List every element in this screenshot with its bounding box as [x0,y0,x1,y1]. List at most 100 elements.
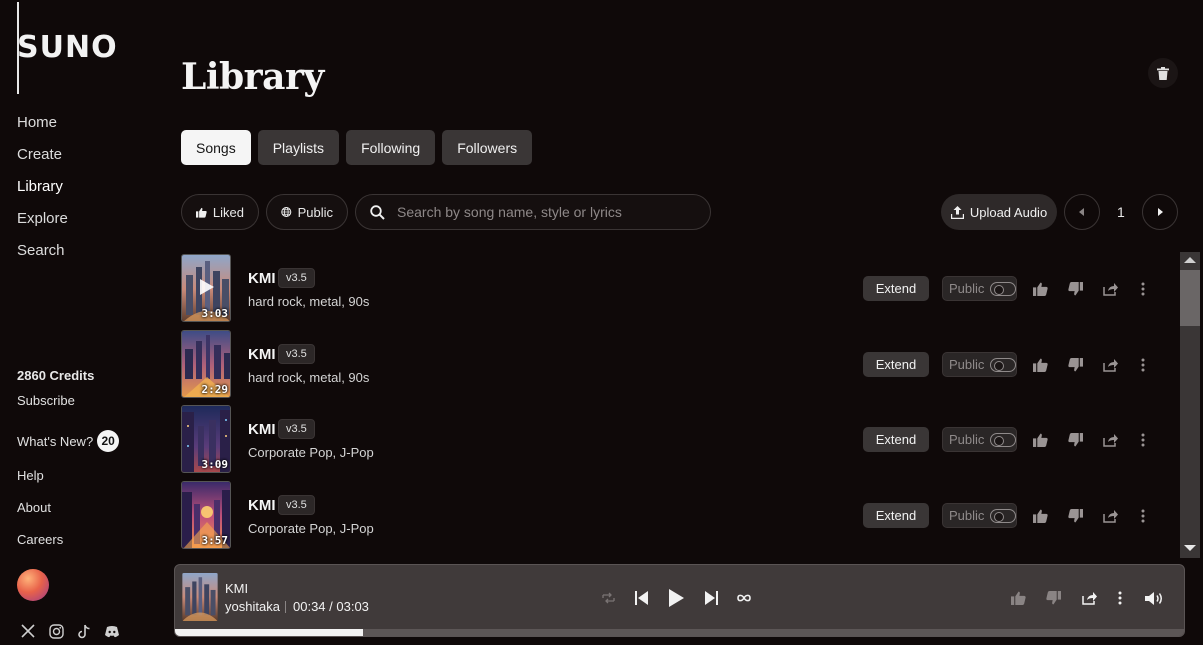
song-row[interactable]: 3:57 KMI v3.5 Corporate Pop, J-Pop Exten… [181,481,1176,550]
share-icon[interactable] [1078,587,1100,609]
song-row[interactable]: 3:03 KMI v3.5 hard rock, metal, 90s Exte… [181,254,1176,324]
upload-audio-button[interactable]: Upload Audio [941,194,1057,230]
public-toggle[interactable]: Public [942,427,1017,452]
cover-art-image [182,573,218,621]
about-link[interactable]: About [17,500,51,515]
more-options-icon[interactable] [1134,431,1152,449]
share-icon[interactable] [1101,280,1119,298]
nav-item-search[interactable]: Search [17,242,68,274]
song-cover[interactable]: 3:09 [181,405,231,473]
song-cover[interactable]: 2:29 [181,330,231,398]
nav-item-create[interactable]: Create [17,146,68,178]
thumbs-down-icon[interactable] [1066,356,1084,374]
song-row[interactable]: 3:09 KMI v3.5 Corporate Pop, J-Pop Exten… [181,405,1176,475]
trash-icon [1157,66,1169,80]
extend-button[interactable]: Extend [863,427,929,452]
more-options-icon[interactable] [1134,280,1152,298]
extend-button[interactable]: Extend [863,352,929,377]
subscribe-link[interactable]: Subscribe [17,393,75,408]
thumbs-up-icon[interactable] [1007,587,1029,609]
upload-audio-label: Upload Audio [969,204,1048,220]
careers-link[interactable]: Careers [17,532,63,547]
more-options-icon[interactable] [1134,356,1152,374]
share-icon[interactable] [1101,356,1119,374]
more-options-icon[interactable] [1134,507,1152,525]
player-time: 00:34 / 03:03 [293,599,369,614]
song-list-scrollbar[interactable] [1180,252,1200,558]
whats-new-link[interactable]: What's New? 20 [17,430,120,452]
next-track-icon[interactable] [700,587,722,609]
scroll-down-arrow-icon[interactable] [1184,545,1196,551]
song-duration: 3:57 [201,534,229,547]
thumbs-up-icon[interactable] [1031,431,1049,449]
tab-following[interactable]: Following [346,130,436,165]
playback-progress-bar[interactable] [175,629,1184,636]
song-title[interactable]: KMI [248,346,276,363]
share-icon[interactable] [1101,431,1119,449]
credits-count: 2860 Credits [17,368,95,383]
version-badge: v3.5 [278,419,315,439]
thumbs-down-icon[interactable] [1042,587,1064,609]
search-input[interactable] [397,204,697,220]
thumbs-down-icon[interactable] [1066,431,1084,449]
song-cover[interactable]: 3:03 [181,254,231,322]
x-icon[interactable] [20,623,36,639]
player-cover[interactable] [182,573,218,621]
public-filter-button[interactable]: Public [266,194,348,230]
play-button-icon[interactable] [665,587,687,609]
liked-filter-label: Liked [212,204,244,220]
player-song-title[interactable]: KMI [225,581,248,596]
public-toggle[interactable]: Public [942,276,1017,301]
instagram-icon[interactable] [48,623,64,639]
liked-filter-button[interactable]: Liked [181,194,259,230]
public-toggle[interactable]: Public [942,503,1017,528]
song-title[interactable]: KMI [248,270,276,287]
scroll-up-arrow-icon[interactable] [1184,257,1196,263]
toggle-switch[interactable] [990,432,1016,447]
trash-button[interactable] [1148,58,1178,88]
suno-logo[interactable]: SUNO [17,30,118,65]
chevron-left-icon [1079,208,1084,216]
version-badge: v3.5 [278,495,315,515]
toggle-switch[interactable] [990,508,1016,523]
tab-playlists[interactable]: Playlists [257,130,340,165]
avatar[interactable] [17,569,49,601]
thumbs-down-icon[interactable] [1066,280,1084,298]
scrollbar-thumb[interactable] [1180,270,1200,326]
share-icon[interactable] [1101,507,1119,525]
nav-item-home[interactable]: Home [17,114,68,146]
prev-page-button[interactable] [1064,194,1100,230]
nav-item-explore[interactable]: Explore [17,210,68,242]
nav-item-library[interactable]: Library [17,178,68,210]
song-row[interactable]: 2:29 KMI v3.5 hard rock, metal, 90s Exte… [181,330,1176,400]
tab-songs[interactable]: Songs [181,130,251,165]
public-toggle-label: Public [949,508,985,523]
discord-icon[interactable] [104,623,120,639]
song-title[interactable]: KMI [248,421,276,438]
play-overlay-icon [200,279,214,295]
player-artist[interactable]: yoshitaka [225,599,280,614]
next-page-button[interactable] [1142,194,1178,230]
toggle-switch[interactable] [990,281,1016,296]
tab-followers[interactable]: Followers [442,130,533,165]
thumbs-down-icon[interactable] [1066,507,1084,525]
shuffle-icon[interactable] [597,587,619,609]
extend-button[interactable]: Extend [863,503,929,528]
repeat-infinity-icon[interactable] [733,587,755,609]
tiktok-icon[interactable] [76,623,92,639]
public-filter-label: Public [297,204,333,220]
song-title[interactable]: KMI [248,497,276,514]
previous-track-icon[interactable] [630,587,652,609]
public-toggle-label: Public [949,281,985,296]
thumbs-up-icon[interactable] [1031,356,1049,374]
toggle-switch[interactable] [990,357,1016,372]
thumbs-up-icon[interactable] [1031,280,1049,298]
thumbs-up-icon[interactable] [1031,507,1049,525]
help-link[interactable]: Help [17,468,44,483]
song-cover[interactable]: 3:57 [181,481,231,549]
public-toggle[interactable]: Public [942,352,1017,377]
extend-button[interactable]: Extend [863,276,929,301]
social-links [20,623,120,639]
more-options-icon[interactable] [1109,587,1131,609]
volume-icon[interactable] [1143,587,1165,609]
